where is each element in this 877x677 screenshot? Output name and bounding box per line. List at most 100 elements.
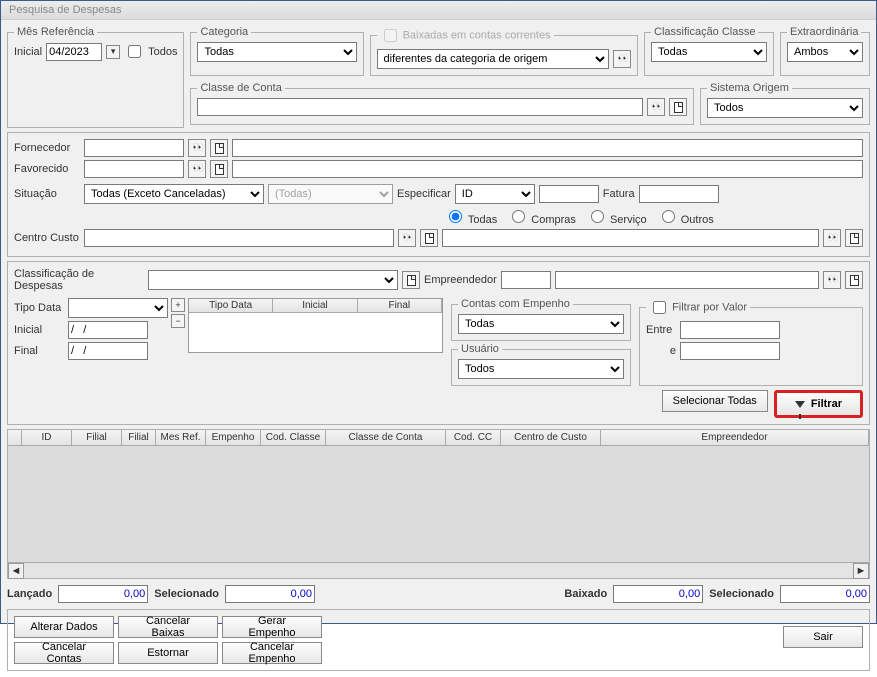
selecionado2-label: Selecionado xyxy=(709,588,774,600)
gerar-empenho-button[interactable]: Gerar Empenho xyxy=(222,616,322,638)
cancelar-baixas-button[interactable]: Cancelar Baixas xyxy=(118,616,218,638)
favorecido-clear-icon[interactable] xyxy=(210,160,228,178)
fornecedor-label: Fornecedor xyxy=(14,142,80,154)
centro-custo-input[interactable] xyxy=(84,229,394,247)
filtrar-valor-checkbox[interactable] xyxy=(653,301,666,314)
e-input[interactable] xyxy=(680,342,780,360)
centro-custo-clear-icon[interactable] xyxy=(420,229,438,247)
selecionar-todas-button[interactable]: Selecionar Todas xyxy=(662,390,768,412)
baixadas-select[interactable]: diferentes da categoria de origem xyxy=(377,49,609,69)
empreendedor-name-input[interactable] xyxy=(555,271,819,289)
classe-conta-input[interactable] xyxy=(197,98,643,116)
usuario-group: Usuário Todos xyxy=(451,343,631,386)
filtrar-valor-legend: Filtrar por Valor xyxy=(646,298,750,317)
favorecido-name-input[interactable] xyxy=(232,160,863,178)
class-classe-select[interactable]: Todas xyxy=(651,42,767,62)
data-inicial-label: Inicial xyxy=(14,324,64,336)
scroll-left-icon[interactable]: ◄ xyxy=(8,563,24,579)
lancado-label: Lançado xyxy=(7,588,52,600)
filtrar-valor-group: Filtrar por Valor Entre e xyxy=(639,298,863,386)
grid-scrollbar-x[interactable]: ◄ ► xyxy=(8,562,869,578)
situacao-select[interactable]: Todas (Exceto Canceladas) xyxy=(84,184,264,204)
fatura-input[interactable] xyxy=(639,185,719,203)
gh-id[interactable]: ID xyxy=(22,430,72,445)
gh-centrocusto[interactable]: Centro de Custo xyxy=(501,430,601,445)
baixadas-search-icon[interactable]: 👀 xyxy=(613,50,631,68)
sair-button[interactable]: Sair xyxy=(783,626,863,648)
empreendedor-code-input[interactable] xyxy=(501,271,551,289)
radio-compras[interactable]: Compras xyxy=(507,207,576,226)
categoria-group: Categoria Todas xyxy=(190,26,363,76)
scroll-right-icon[interactable]: ► xyxy=(853,563,869,579)
classif-despesas-select[interactable] xyxy=(148,270,398,290)
gh-empenho[interactable]: Empenho xyxy=(206,430,261,445)
usuario-select[interactable]: Todos xyxy=(458,359,624,379)
categoria-legend: Categoria xyxy=(197,26,251,38)
gh-empreendedor[interactable]: Empreendedor xyxy=(601,430,869,445)
situacao-sub-select[interactable]: (Todas) xyxy=(268,184,393,204)
mes-ref-date-icon[interactable]: ▾ xyxy=(106,45,120,59)
categoria-select[interactable]: Todas xyxy=(197,42,356,62)
especificar-label: Especificar xyxy=(397,188,451,200)
selecionado-value xyxy=(225,585,315,603)
gh-filial2[interactable]: Filial xyxy=(122,430,156,445)
date-add-icon[interactable]: + xyxy=(171,298,185,312)
classe-conta-page-icon[interactable] xyxy=(669,98,687,116)
extraordinaria-group: Extraordinária Ambos xyxy=(780,26,870,76)
centro-custo-sec-input[interactable] xyxy=(442,229,819,247)
gh-mesref[interactable]: Mes Ref. xyxy=(156,430,206,445)
sistema-origem-select[interactable]: Todos xyxy=(707,98,863,118)
situacao-label: Situação xyxy=(14,188,80,200)
contas-empenho-select[interactable]: Todas xyxy=(458,314,624,334)
fornecedor-name-input[interactable] xyxy=(232,139,863,157)
centro-custo-label: Centro Custo xyxy=(14,232,80,244)
classif-despesas-label: Classificação de Despesas xyxy=(14,268,144,292)
radio-outros[interactable]: Outros xyxy=(657,207,714,226)
empreendedor-clear-icon[interactable] xyxy=(845,271,863,289)
datelist-h2: Inicial xyxy=(273,299,357,312)
gh-codclasse[interactable]: Cod. Classe xyxy=(261,430,326,445)
date-remove-icon[interactable]: − xyxy=(171,314,185,328)
radio-servico[interactable]: Serviço xyxy=(586,207,647,226)
centro-custo-clear2-icon[interactable] xyxy=(845,229,863,247)
classe-conta-search-icon[interactable]: 👀 xyxy=(647,98,665,116)
especificar-value-input[interactable] xyxy=(539,185,599,203)
cancelar-contas-button[interactable]: Cancelar Contas xyxy=(14,642,114,664)
totals-row: Lançado Selecionado Baixado Selecionado xyxy=(7,583,870,605)
contas-empenho-group: Contas com Empenho Todas xyxy=(451,298,631,341)
data-final-input[interactable] xyxy=(68,342,148,360)
classif-despesas-clear-icon[interactable] xyxy=(402,271,420,289)
gh-codcc[interactable]: Cod. CC xyxy=(446,430,501,445)
favorecido-search-icon[interactable]: 👀 xyxy=(188,160,206,178)
baixado-value xyxy=(613,585,703,603)
cancelar-empenho-button[interactable]: Cancelar Empenho xyxy=(222,642,322,664)
gh-classeconta[interactable]: Classe de Conta xyxy=(326,430,446,445)
fornecedor-code-input[interactable] xyxy=(84,139,184,157)
centro-custo-search2-icon[interactable]: 👀 xyxy=(823,229,841,247)
filtrar-button[interactable]: Filtrar xyxy=(774,390,863,418)
mes-ref-inicial-input[interactable] xyxy=(46,43,102,61)
empreendedor-search-icon[interactable]: 👀 xyxy=(823,271,841,289)
baixado-label: Baixado xyxy=(564,588,607,600)
fornecedor-clear-icon[interactable] xyxy=(210,139,228,157)
centro-custo-search-icon[interactable]: 👀 xyxy=(398,229,416,247)
baixadas-checkbox[interactable] xyxy=(384,29,397,42)
todos-checkbox[interactable] xyxy=(128,45,141,58)
gh-filial1[interactable]: Filial xyxy=(72,430,122,445)
lancado-value xyxy=(58,585,148,603)
extraordinaria-select[interactable]: Ambos xyxy=(787,42,863,62)
tipodata-select[interactable] xyxy=(68,298,168,318)
mes-referencia-legend: Mês Referência xyxy=(14,26,97,38)
fornecedor-search-icon[interactable]: 👀 xyxy=(188,139,206,157)
baixadas-group: Baixadas em contas correntes diferentes … xyxy=(370,26,638,76)
especificar-select[interactable]: ID xyxy=(455,184,535,204)
date-list: Tipo Data Inicial Final xyxy=(188,298,443,353)
entre-input[interactable] xyxy=(680,321,780,339)
data-inicial-input[interactable] xyxy=(68,321,148,339)
radio-todas[interactable]: Todas xyxy=(444,207,497,226)
estornar-button[interactable]: Estornar xyxy=(118,642,218,664)
alterar-dados-button[interactable]: Alterar Dados xyxy=(14,616,114,638)
favorecido-code-input[interactable] xyxy=(84,160,184,178)
class-classe-legend: Classificação Classe xyxy=(651,26,758,38)
baixadas-legend: Baixadas em contas correntes xyxy=(377,26,554,45)
